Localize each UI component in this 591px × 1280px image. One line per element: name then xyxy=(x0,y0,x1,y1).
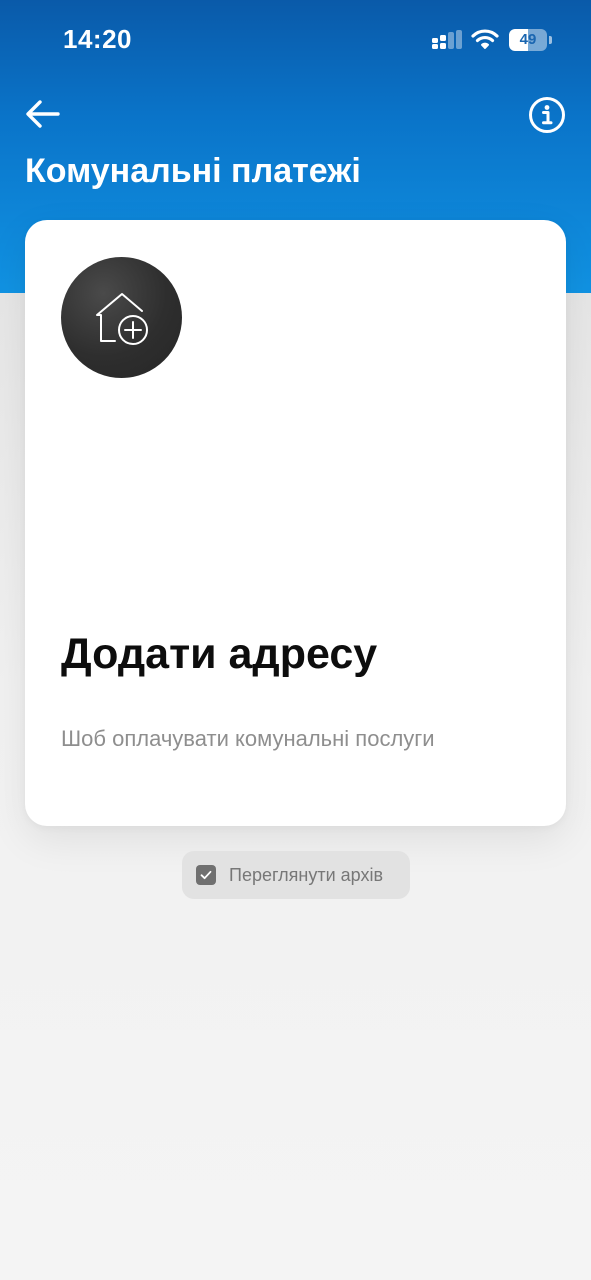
card-icon-circle xyxy=(61,257,182,378)
wifi-icon xyxy=(471,29,499,49)
info-button[interactable] xyxy=(528,96,566,134)
battery-cap xyxy=(549,36,552,44)
card-title: Додати адресу xyxy=(61,630,378,678)
checkmark-icon xyxy=(200,870,212,880)
add-address-card[interactable]: Додати адресу Шоб оплачувати комунальні … xyxy=(25,220,566,826)
checkbox-checked-icon xyxy=(196,865,216,885)
page-title: Комунальні платежі xyxy=(25,152,361,190)
house-plus-icon xyxy=(96,293,148,345)
info-icon xyxy=(529,97,565,133)
battery-level: 49 xyxy=(519,31,537,48)
battery-icon: 49 xyxy=(509,29,552,51)
back-button[interactable] xyxy=(22,94,64,134)
status-time: 14:20 xyxy=(63,24,132,54)
cellular-signal-icon xyxy=(432,30,462,49)
view-archive-button[interactable]: Переглянути архів xyxy=(182,851,410,899)
battery-body: 49 xyxy=(509,29,547,51)
view-archive-label: Переглянути архів xyxy=(229,865,384,885)
card-subtitle: Шоб оплачувати комунальні послуги xyxy=(61,726,435,751)
arrow-left-icon xyxy=(26,100,60,128)
